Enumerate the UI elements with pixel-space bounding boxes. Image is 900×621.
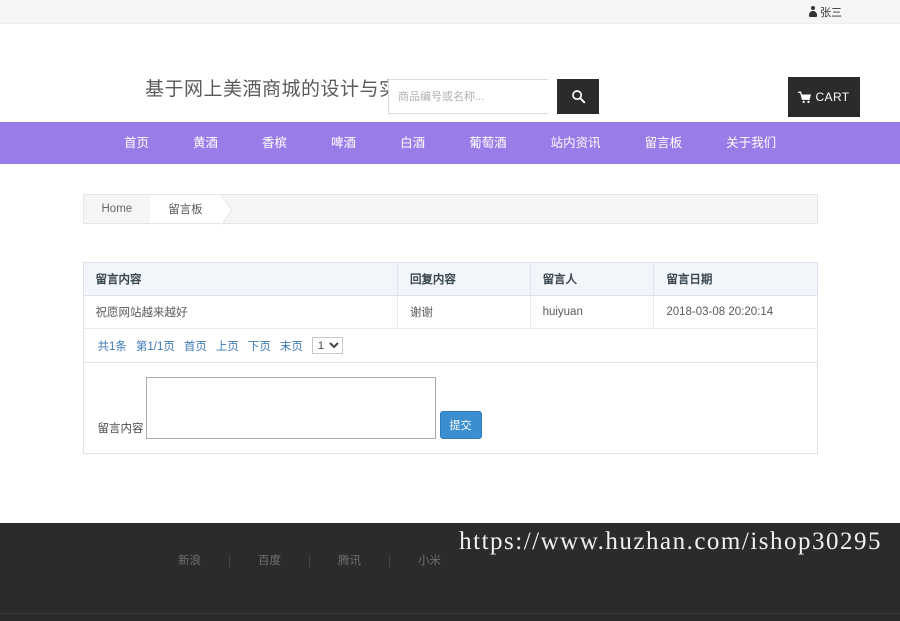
- message-form: 留言内容 提交: [84, 363, 817, 453]
- nav-item-guestbook[interactable]: 留言板: [623, 122, 705, 164]
- breadcrumb-item-home[interactable]: Home: [84, 195, 151, 223]
- footer-link-baidu[interactable]: 百度: [230, 555, 310, 567]
- page-root: 张三 基于网上美酒商城的设计与实现 CART: [0, 0, 900, 621]
- nav-item-news[interactable]: 站内资讯: [529, 122, 623, 164]
- nav-item-wine[interactable]: 葡萄酒: [447, 122, 529, 164]
- watermark-url: https://www.huzhan.com/ishop30295: [459, 528, 882, 556]
- site-footer: https://www.huzhan.com/ishop30295 新浪 百度 …: [0, 523, 900, 621]
- search-button[interactable]: [557, 79, 599, 114]
- username-label: 张三: [820, 4, 842, 20]
- user-account-link[interactable]: 张三: [808, 4, 842, 20]
- pager-page-info: 第1/1页: [136, 338, 175, 354]
- nav-item-huangjiu[interactable]: 黄酒: [171, 122, 240, 164]
- breadcrumb: Home 留言板: [83, 194, 818, 224]
- nav-item-champagne[interactable]: 香槟: [240, 122, 309, 164]
- page-select[interactable]: 1: [312, 337, 343, 354]
- table-row: 祝愿网站越来越好 谢谢 huiyuan 2018-03-08 20:20:14: [84, 296, 817, 329]
- cell-author: huiyuan: [530, 296, 654, 329]
- message-form-label: 留言内容: [98, 420, 144, 439]
- user-icon: [808, 6, 818, 17]
- pager-first-link[interactable]: 首页: [184, 338, 207, 354]
- footer-link-sina[interactable]: 新浪: [150, 555, 230, 567]
- pager-prev-link[interactable]: 上页: [216, 338, 239, 354]
- cell-reply: 谢谢: [397, 296, 530, 329]
- page-title: 基于网上美酒商城的设计与实现: [145, 74, 418, 101]
- message-textarea[interactable]: [146, 377, 436, 439]
- message-table: 留言内容 回复内容 留言人 留言日期 祝愿网站越来越好 谢谢 huiyuan 2…: [84, 263, 817, 329]
- footer-bottom-bar: Copyright © Company name All rights rese…: [0, 613, 900, 621]
- main-nav: 首页 黄酒 香槟 啤酒 白酒 葡萄酒 站内资讯 留言板 关于我们: [0, 122, 900, 164]
- pager-next-link[interactable]: 下页: [248, 338, 271, 354]
- footer-link-tencent[interactable]: 腾讯: [310, 555, 390, 567]
- cell-date: 2018-03-08 20:20:14: [654, 296, 817, 329]
- pager-last-link[interactable]: 末页: [280, 338, 303, 354]
- nav-item-baijiu[interactable]: 白酒: [378, 122, 447, 164]
- cart-icon: [798, 91, 812, 104]
- top-bar: 张三: [0, 0, 900, 24]
- nav-item-beer[interactable]: 啤酒: [309, 122, 378, 164]
- breadcrumb-item-guestbook[interactable]: 留言板: [150, 195, 221, 223]
- footer-link-xiaomi[interactable]: 小米: [390, 555, 469, 567]
- search-input[interactable]: [388, 79, 548, 114]
- cell-content: 祝愿网站越来越好: [84, 296, 398, 329]
- site-header: 基于网上美酒商城的设计与实现 CART: [0, 24, 900, 122]
- submit-button[interactable]: 提交: [440, 411, 482, 439]
- nav-item-home[interactable]: 首页: [102, 122, 171, 164]
- search-box: [388, 79, 599, 114]
- table-header-row: 留言内容 回复内容 留言人 留言日期: [84, 263, 817, 296]
- guestbook-panel: 留言内容 回复内容 留言人 留言日期 祝愿网站越来越好 谢谢 huiyuan 2…: [83, 262, 818, 454]
- column-header-date: 留言日期: [654, 263, 817, 296]
- nav-item-about[interactable]: 关于我们: [704, 122, 798, 164]
- search-icon: [571, 89, 586, 104]
- main-content: Home 留言板 留言内容 回复内容 留言人 留言日期: [0, 194, 900, 523]
- cart-label: CART: [815, 90, 849, 104]
- column-header-reply: 回复内容: [397, 263, 530, 296]
- pager-total: 共1条: [98, 338, 127, 354]
- column-header-author: 留言人: [530, 263, 654, 296]
- pagination: 共1条 第1/1页 首页 上页 下页 末页 1: [84, 329, 817, 363]
- cart-button[interactable]: CART: [788, 77, 860, 117]
- column-header-content: 留言内容: [84, 263, 398, 296]
